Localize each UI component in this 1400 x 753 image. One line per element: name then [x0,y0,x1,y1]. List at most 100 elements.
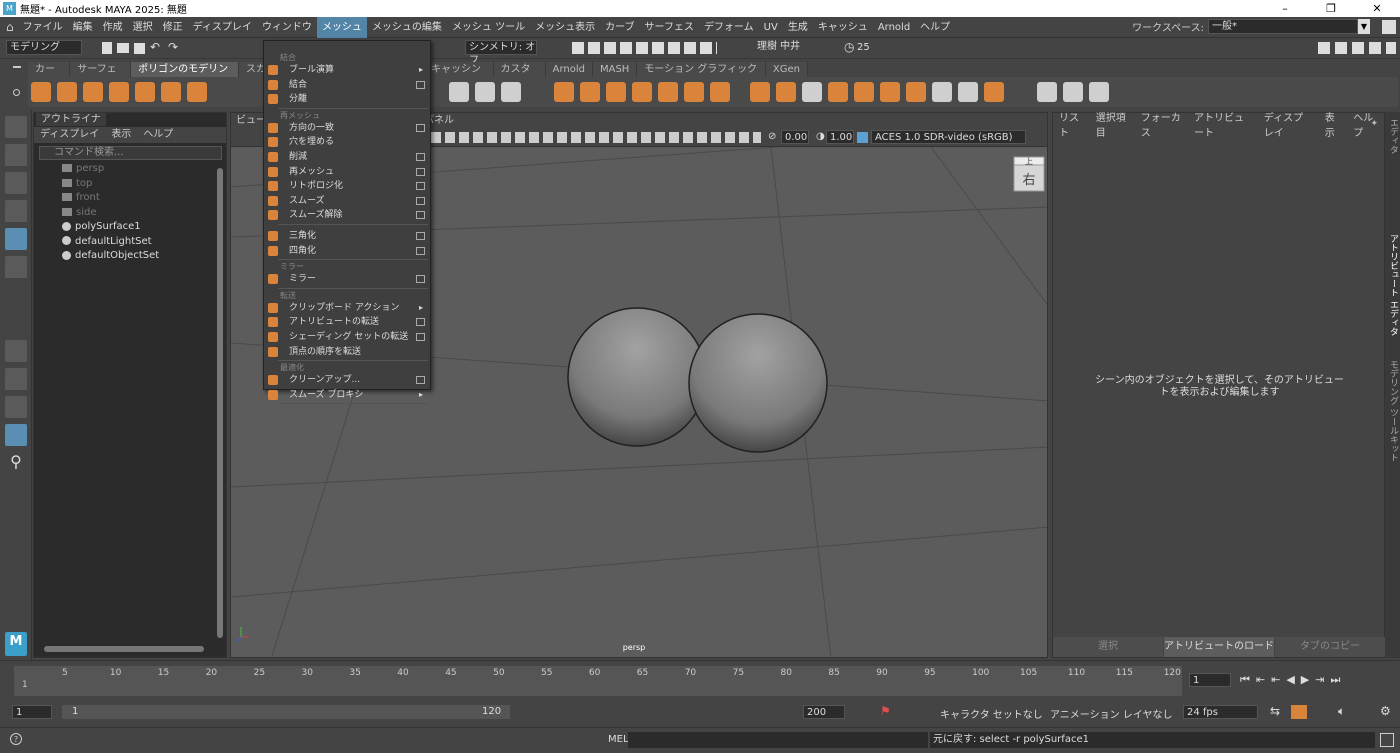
minimize-button[interactable]: – [1262,0,1308,17]
rotate-tool-icon[interactable] [5,228,27,250]
poly-torus-icon[interactable] [135,82,155,102]
outliner-menu-1[interactable]: 表示 [105,127,137,143]
bevel-edge-icon[interactable] [828,82,849,102]
shelf-tab-1[interactable]: サーフェス [70,62,132,90]
combine-icon[interactable] [553,82,574,102]
outliner-layout-icon[interactable] [5,424,27,446]
outliner-item[interactable]: front [62,191,100,205]
menu-2[interactable]: 作成 [98,17,128,38]
outliner-menu-0[interactable]: ディスプレイ [34,127,105,143]
mesh-menu-item[interactable]: 四角化 [268,244,429,258]
shelf-tab-10[interactable]: MASH [592,62,638,77]
outliner-item[interactable]: top [62,177,92,191]
shelf-tab-8[interactable]: カスタム [493,62,546,90]
measure-icon[interactable] [475,82,496,102]
workspace-dropdown-icon[interactable]: ▼ [1358,19,1370,34]
insert-loop-icon[interactable] [958,82,979,102]
auto-key-icon[interactable]: ⚑ [880,704,891,718]
option-box-icon[interactable] [416,196,425,205]
undo-icon[interactable]: ↶ [150,40,160,54]
mesh-menu-item[interactable]: クリーンアップ... [268,373,429,387]
mesh-menu-item[interactable]: 再メッシュ [268,165,429,179]
mesh-menu-item[interactable]: シェーディング セットの転送 [268,330,429,344]
option-box-icon[interactable] [416,232,425,240]
option-box-icon[interactable] [416,153,425,161]
mesh-menu-item[interactable]: アトリビュートの転送 [268,315,429,329]
mirror-icon[interactable] [657,82,678,102]
shelf-tab-11[interactable]: モーション グラフィックス [637,62,766,90]
outliner-item[interactable]: side [62,206,97,220]
menu-18[interactable]: ヘルプ [915,17,955,38]
attr-button-0[interactable]: 選択 [1053,637,1163,657]
mode-select[interactable]: モデリング [6,40,82,55]
menu-0[interactable]: ファイル [18,17,68,38]
colorspace-select[interactable]: ACES 1.0 SDR-video (sRGB) [871,130,1026,144]
extrude-icon[interactable] [683,82,704,102]
range-slider-bar[interactable]: 1 120 [62,705,510,719]
poly-cube-icon[interactable] [57,82,77,102]
menu-8[interactable]: メッシュの編集 [367,17,447,38]
sound-icon[interactable]: 🔈︎ [1338,704,1345,719]
mesh-menu-item[interactable]: スムーズ プロキシ ▸ [268,388,429,402]
outliner-scrollbar[interactable] [217,168,223,638]
option-box-icon[interactable] [416,80,425,89]
menu-9[interactable]: メッシュ ツール [447,17,530,38]
fps-select[interactable]: 24 fps [1183,705,1258,719]
mesh-menu-item[interactable]: ミラー [268,272,429,286]
merge-icon[interactable] [984,82,1005,102]
poly-cone-icon[interactable] [109,82,129,102]
uv-editor-icon[interactable] [1036,82,1057,102]
attr-menu-4[interactable]: ディスプレイ [1258,109,1319,139]
user-account[interactable]: 理樹 中井 [754,40,842,55]
select-tool-icon[interactable] [5,116,27,138]
outliner-item[interactable]: persp [62,162,104,176]
script-editor-icon[interactable] [1380,733,1394,747]
menu-16[interactable]: キャッシュ [813,17,873,38]
shelf-tab-0[interactable]: カーブ [28,62,71,90]
bevel-icon[interactable] [750,82,771,102]
poly-sphere-icon[interactable] [31,82,51,102]
option-box-icon[interactable] [416,123,425,132]
menu-14[interactable]: UV [759,17,783,38]
mesh-menu-item[interactable]: 頂点の順序を転送 [268,345,429,359]
paint-select-icon[interactable] [5,172,27,194]
viewport-tool-icons[interactable] [431,132,761,143]
view-cube[interactable]: 右 上 [1013,156,1045,192]
range-start-field[interactable]: 1 [12,705,52,719]
current-frame-field[interactable]: 1 [1189,673,1231,687]
symmetry-select[interactable]: シンメトリ: オフ [465,40,537,66]
help-icon[interactable]: ? [10,733,22,745]
mesh-menu-item[interactable]: ブール演算 ▸ [268,63,429,77]
outliner-tab[interactable]: アウトライナ [36,113,106,126]
exposure-field[interactable]: 0.00 [781,130,809,144]
home-icon[interactable]: ⌂ [6,20,14,34]
transform-icon[interactable] [449,82,470,102]
attr-menu-2[interactable]: フォーカス [1135,109,1188,139]
menu-12[interactable]: サーフェス [640,17,699,38]
separate-icon[interactable] [579,82,600,102]
bridge-edge-icon[interactable] [776,82,797,102]
right-toolbar-icons[interactable] [1318,42,1396,54]
outliner-menu-2[interactable]: ヘルプ [137,127,179,143]
menu-4[interactable]: 修正 [158,17,188,38]
render-icons[interactable] [572,42,717,54]
option-box-icon[interactable] [416,211,425,220]
command-language-label[interactable]: MEL [608,734,629,745]
close-button[interactable]: ✕ [1354,0,1400,17]
auto-uv-icon[interactable] [1088,82,1109,102]
target-weld-icon[interactable] [854,82,875,102]
redo-icon[interactable]: ↷ [168,40,178,54]
open-scene-icon[interactable] [117,43,129,53]
attr-menu-5[interactable]: 表示 [1319,109,1348,139]
panel-toggle-icon[interactable] [1382,20,1396,34]
shelf-tab-2[interactable]: ポリゴンのモデリング [131,62,239,90]
mesh-menu-item[interactable]: 三角化 [268,229,429,243]
option-box-icon[interactable] [416,246,425,255]
attr-button-1[interactable]: アトリビュートのロード [1164,637,1274,657]
workspace-select[interactable]: 一般* [1208,19,1358,34]
anim-layer-select[interactable]: アニメーション レイヤなし [1050,706,1172,721]
mesh-menu-item[interactable]: スムーズ [268,194,429,208]
menu-6[interactable]: ウィンドウ [257,17,317,38]
maximize-button[interactable]: ❐ [1308,0,1354,17]
four-view-icon[interactable] [5,368,27,390]
